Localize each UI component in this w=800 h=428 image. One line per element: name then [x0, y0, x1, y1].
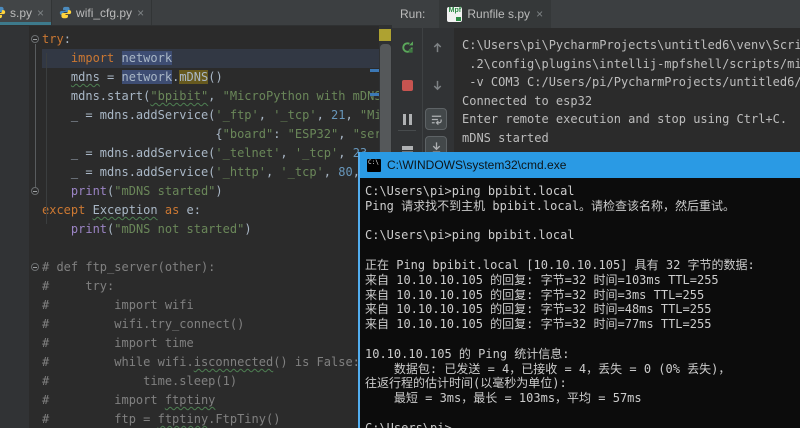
code-area[interactable]: try: import network mdns = network.mDNS(… [42, 30, 379, 428]
code-line[interactable]: _ = mdns.addService('_ftp', '_tcp', 21, … [42, 106, 379, 125]
scrollbar-thumb[interactable] [380, 44, 391, 156]
run-label: Run: [400, 7, 425, 21]
rerun-button[interactable] [396, 36, 418, 58]
console-line: mDNS started [462, 129, 800, 148]
console-line: C:\Users\pi\PycharmProjects\untitled6\ve… [462, 36, 800, 55]
run-tab[interactable]: Mpf Runfile s.py × [439, 0, 551, 28]
code-line[interactable]: except Exception as e: [42, 201, 379, 220]
scrollbar-usage-mark [370, 93, 379, 96]
tab-label: wifi_cfg.py [76, 6, 132, 20]
soft-wrap-toggle[interactable] [425, 108, 447, 130]
python-icon [59, 6, 72, 19]
cmd-icon: C:\ [367, 159, 381, 172]
console-line: Enter remote execution and stop using Ct… [462, 110, 800, 129]
console-line: Connected to esp32 [462, 92, 800, 111]
run-tab-label: Runfile s.py [467, 7, 530, 21]
cmd-line [365, 214, 800, 229]
cmd-line: 来自 10.10.10.105 的回复: 字节=32 时间=77ms TTL=2… [365, 317, 800, 332]
cmd-line: Ping 请求找不到主机 bpibit.local。请检查该名称，然后重试。 [365, 199, 800, 214]
cmd-line [365, 243, 800, 258]
code-line[interactable]: mdns.start("bpibit", "MicroPython with m… [42, 87, 379, 106]
cmd-line: C:\Users\pi>ping bpibit.local [365, 184, 800, 199]
cmd-output[interactable]: C:\Users\pi>ping bpibit.localPing 请求找不到主… [360, 178, 800, 428]
code-line[interactable]: # import time [42, 334, 379, 353]
fold-collapse-icon[interactable] [31, 263, 39, 271]
editor-pane: s.py × wifi_cfg.py × try: import network… [0, 0, 392, 428]
cmd-line: 来自 10.10.10.105 的回复: 字节=32 时间=3ms TTL=25… [365, 288, 800, 303]
code-line[interactable]: # import wifi [42, 296, 379, 315]
code-line[interactable]: _ = mdns.addService('_telnet', '_tcp', 2… [42, 144, 379, 163]
code-line[interactable]: try: [42, 30, 379, 49]
cmd-line: 来自 10.10.10.105 的回复: 字节=32 时间=103ms TTL=… [365, 273, 800, 288]
cmd-line: 10.10.10.105 的 Ping 统计信息: [365, 347, 800, 362]
editor-tab-wifi-cfg-py[interactable]: wifi_cfg.py × [52, 0, 152, 25]
cmd-line: 正在 Ping bpibit.local [10.10.10.105] 具有 3… [365, 258, 800, 273]
console-line: .2\config\plugins\intellij-mpfshell/scri… [462, 55, 800, 74]
tool-window-stripe [0, 26, 30, 428]
code-line[interactable]: # wifi.try_connect() [42, 315, 379, 334]
code-line[interactable]: # try: [42, 277, 379, 296]
fold-collapse-icon[interactable] [31, 35, 39, 43]
cmd-line [365, 332, 800, 347]
toolbar-separator [398, 130, 416, 131]
code-line[interactable]: # ftp = ftptiny.FtpTiny() [42, 410, 379, 428]
editor-tab-s-py[interactable]: s.py × [0, 0, 52, 25]
code-line[interactable]: {"board": "ESP32", "service": "bpibit" [42, 125, 379, 144]
cmd-window: C:\ C:\WINDOWS\system32\cmd.exe C:\Users… [358, 152, 800, 428]
code-line[interactable]: # while wifi.isconnected() is False: [42, 353, 379, 372]
cmd-line: C:\Users\pi>ping bpibit.local [365, 228, 800, 243]
prev-occurrence-button[interactable] [426, 36, 448, 58]
close-tab-icon[interactable]: × [37, 7, 44, 19]
cmd-body: C:\Users\pi>ping bpibit.localPing 请求找不到主… [360, 178, 800, 428]
editor-tab-bar: s.py × wifi_cfg.py × [0, 0, 392, 26]
fold-end-icon[interactable] [31, 187, 39, 195]
indent-guide [46, 53, 47, 224]
cmd-title: C:\WINDOWS\system32\cmd.exe [387, 158, 566, 172]
python-icon [0, 6, 6, 19]
code-line[interactable]: # import ftptiny [42, 391, 379, 410]
next-occurrence-button[interactable] [426, 74, 448, 96]
code-line[interactable]: import network [42, 49, 379, 68]
tab-label: s.py [10, 6, 32, 20]
fold-gutter [30, 26, 42, 428]
cmd-line: 数据包: 已发送 = 4，已接收 = 4，丢失 = 0 (0% 丢失)， [365, 362, 800, 377]
editor-body: try: import network mdns = network.mDNS(… [0, 26, 392, 428]
stop-button[interactable] [396, 74, 418, 96]
run-header: Run: Mpf Runfile s.py × [392, 0, 800, 28]
code-line[interactable]: _ = mdns.addService('_http', '_tcp', 80,… [42, 163, 379, 182]
fold-range-line [35, 44, 36, 188]
scrollbar-usage-mark [370, 69, 379, 72]
close-tab-icon[interactable]: × [137, 7, 144, 19]
console-line: -v COM3 C:/Users/pi/PycharmProjects/unti… [462, 73, 800, 92]
cmd-line: 来自 10.10.10.105 的回复: 字节=32 时间=48ms TTL=2… [365, 302, 800, 317]
cmd-titlebar[interactable]: C:\ C:\WINDOWS\system32\cmd.exe [360, 152, 800, 178]
code-line[interactable]: # time.sleep(1) [42, 372, 379, 391]
inspections-indicator[interactable] [379, 29, 391, 41]
code-line[interactable]: mdns = network.mDNS() [42, 68, 379, 87]
cmd-line: 往返行程的估计时间(以毫秒为单位): [365, 376, 800, 391]
micropython-mpf-icon: Mpf [447, 7, 462, 22]
code-line[interactable]: print("mDNS started") [42, 182, 379, 201]
pause-output-button[interactable] [396, 108, 418, 130]
code-line[interactable]: print("mDNS not started") [42, 220, 379, 239]
cmd-line [365, 406, 800, 421]
cmd-line: 最短 = 3ms，最长 = 103ms，平均 = 57ms [365, 391, 800, 406]
close-run-tab-icon[interactable]: × [536, 8, 543, 20]
cmd-line: C:\Users\pi> [365, 421, 800, 428]
code-line[interactable]: # def ftp_server(other): [42, 258, 379, 277]
code-line[interactable] [42, 239, 379, 258]
